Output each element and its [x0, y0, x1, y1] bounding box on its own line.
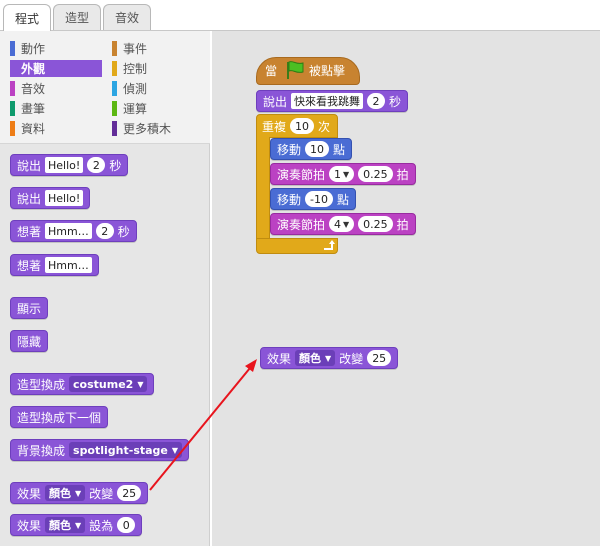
drag-arrow-annotation [149, 359, 257, 491]
arrow-head-icon [245, 359, 257, 372]
tab-label: 程式 [14, 11, 39, 26]
arrow-line [149, 367, 251, 491]
tab-scripts[interactable]: 程式 [3, 4, 51, 31]
